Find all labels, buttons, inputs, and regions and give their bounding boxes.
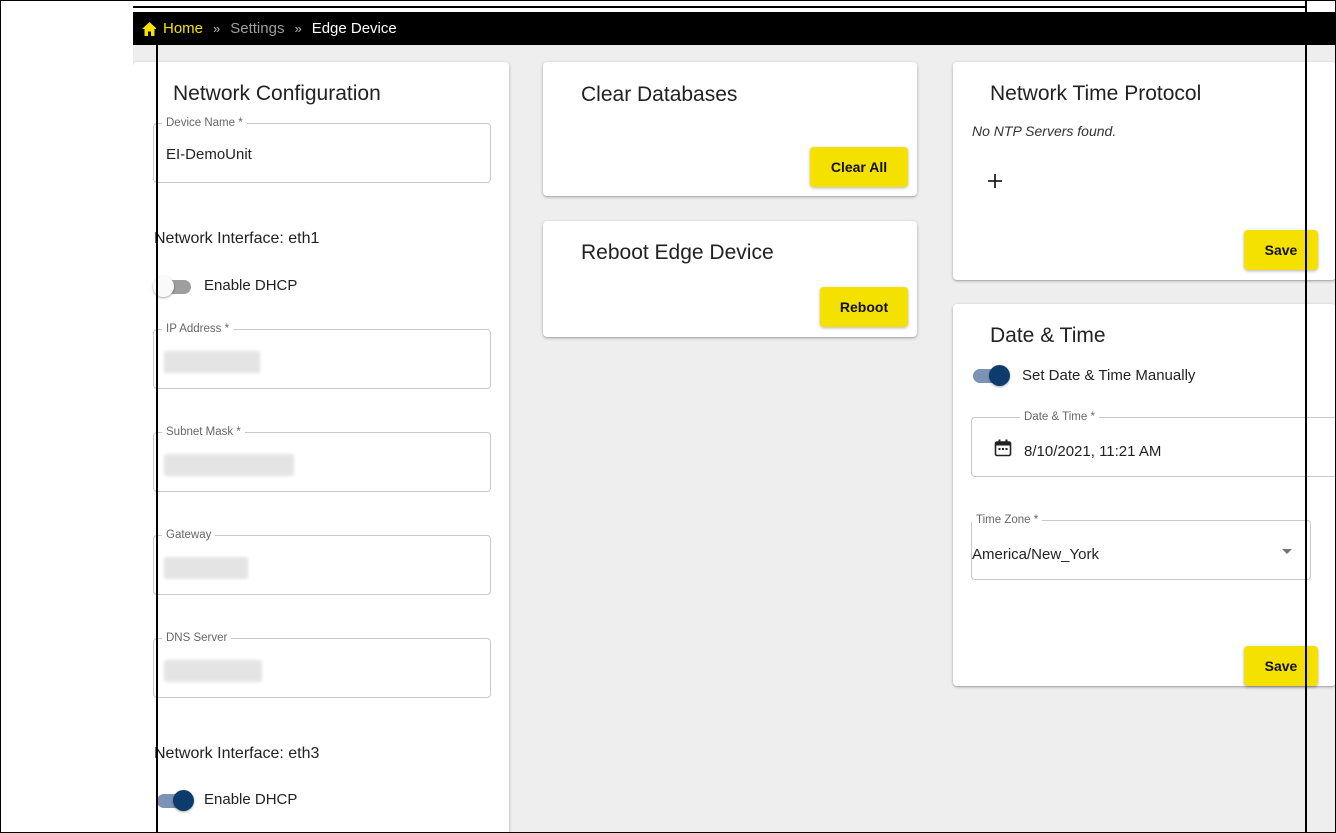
time-zone-value: America/New_York [972,546,1099,563]
network-configuration-title: Network Configuration [173,82,381,105]
breadcrumb-settings-link[interactable]: Settings [230,20,284,37]
breadcrumb-current: Edge Device [311,20,397,37]
chevron-down-icon[interactable] [1282,549,1292,554]
time-zone-select[interactable]: Time Zone * America/New_York [971,514,1311,580]
date-time-field-label: Date & Time * [1020,411,1099,423]
clear-databases-title: Clear Databases [581,83,738,106]
edge-device-settings-app: Home » Settings » Edge Device Network Co… [133,12,1336,833]
manual-date-time-toggle-thumb [989,365,1010,386]
gateway-label: Gateway [162,529,216,541]
interface-eth3-label: Network Interface: eth3 [154,745,320,762]
vertical-guide-line-right [1305,0,1307,833]
eth3-dhcp-toggle-thumb [173,790,194,811]
plus-icon[interactable] [987,167,1003,193]
date-time-field[interactable]: Date & Time * 8/10/2021, 11:21 AM [971,411,1336,477]
device-name-field[interactable]: Device Name * EI-DemoUnit [153,117,491,183]
ntp-title: Network Time Protocol [990,82,1202,105]
dns-server-field[interactable]: DNS Server [153,632,491,698]
breadcrumb: Home » Settings » Edge Device [133,12,1336,45]
device-name-label: Device Name * [162,117,247,129]
reboot-edge-device-card: Reboot Edge Device Reboot [543,221,917,337]
home-icon[interactable] [142,21,157,36]
breadcrumb-separator: » [213,21,221,36]
vertical-guide-line-left [156,12,158,833]
network-time-protocol-card: Network Time Protocol No NTP Servers fou… [953,62,1336,280]
subnet-mask-label: Subnet Mask * [162,426,245,438]
eth1-dhcp-toggle[interactable] [153,276,193,297]
manual-date-time-label: Set Date & Time Manually [1022,367,1196,384]
manual-date-time-toggle[interactable] [971,365,1010,386]
horizontal-guide-line-top [133,6,1307,8]
time-zone-label: Time Zone * [972,514,1043,526]
reboot-edge-device-title: Reboot Edge Device [581,241,774,264]
clear-databases-card: Clear Databases Clear All [543,62,917,196]
subnet-mask-field[interactable]: Subnet Mask * [153,426,491,492]
calendar-icon[interactable] [994,439,1012,462]
dns-server-redacted-value [164,660,262,682]
device-name-value: EI-DemoUnit [166,146,252,163]
eth1-dhcp-label: Enable DHCP [204,277,298,294]
eth3-dhcp-toggle[interactable] [155,790,194,811]
ip-address-redacted-value [164,351,260,373]
ntp-empty-message: No NTP Servers found. [972,123,1117,139]
ip-address-label: IP Address * [162,323,234,335]
interface-eth1-label: Network Interface: eth1 [154,230,320,247]
clear-all-button[interactable]: Clear All [810,147,908,187]
gateway-redacted-value [164,557,248,579]
reboot-button[interactable]: Reboot [820,287,908,327]
eth3-dhcp-label: Enable DHCP [204,791,298,808]
breadcrumb-separator: » [294,21,302,36]
dns-server-label: DNS Server [162,632,232,644]
network-configuration-card: Network Configuration Device Name * EI-D… [133,62,509,833]
subnet-mask-redacted-value [164,454,294,476]
date-time-title: Date & Time [990,324,1106,347]
gateway-field[interactable]: Gateway [153,529,491,595]
breadcrumb-home-link[interactable]: Home [163,20,203,37]
ip-address-field[interactable]: IP Address * [153,323,491,389]
date-time-value: 8/10/2021, 11:21 AM [1024,443,1162,460]
date-time-card: Date & Time Set Date & Time Manually Dat… [953,304,1336,686]
